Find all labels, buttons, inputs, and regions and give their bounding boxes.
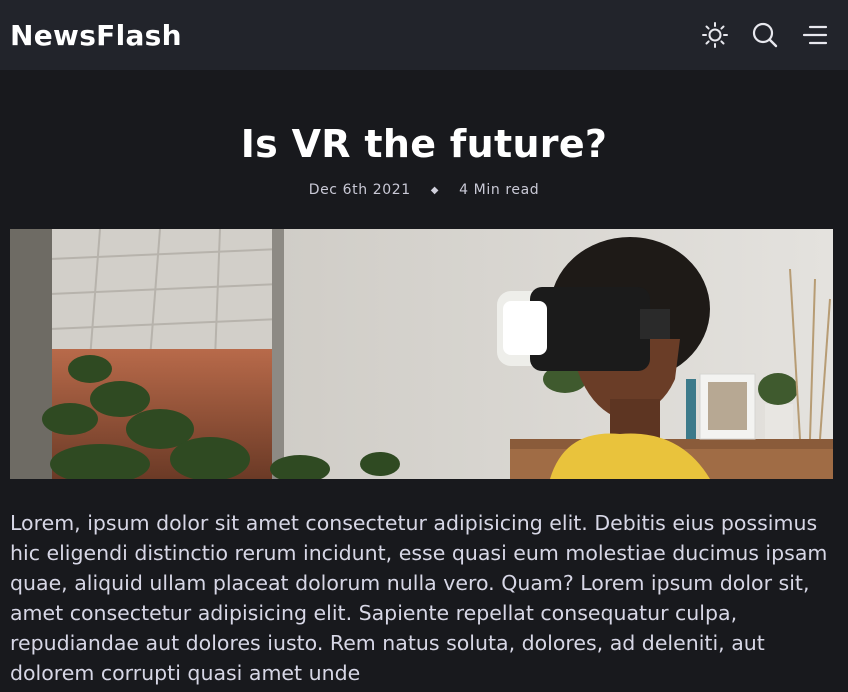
hero-image (10, 229, 833, 479)
brand-logo[interactable]: NewsFlash (10, 19, 182, 52)
sun-icon[interactable] (700, 20, 730, 50)
top-navbar: NewsFlash (0, 0, 848, 70)
article-read-time: 4 Min read (459, 182, 540, 198)
search-icon[interactable] (750, 20, 780, 50)
article-date: Dec 6th 2021 (308, 182, 411, 198)
article: Is VR the future? Dec 6th 2021 ◆ 4 Min r… (0, 70, 848, 685)
article-body: Lorem, ipsum dolor sit amet consectetur … (10, 511, 828, 685)
menu-icon[interactable] (800, 20, 830, 50)
header-actions (700, 20, 830, 50)
article-title: Is VR the future? (240, 122, 608, 166)
article-meta: Dec 6th 2021 ◆ 4 Min read (0, 182, 848, 198)
meta-separator: ◆ (430, 184, 440, 196)
